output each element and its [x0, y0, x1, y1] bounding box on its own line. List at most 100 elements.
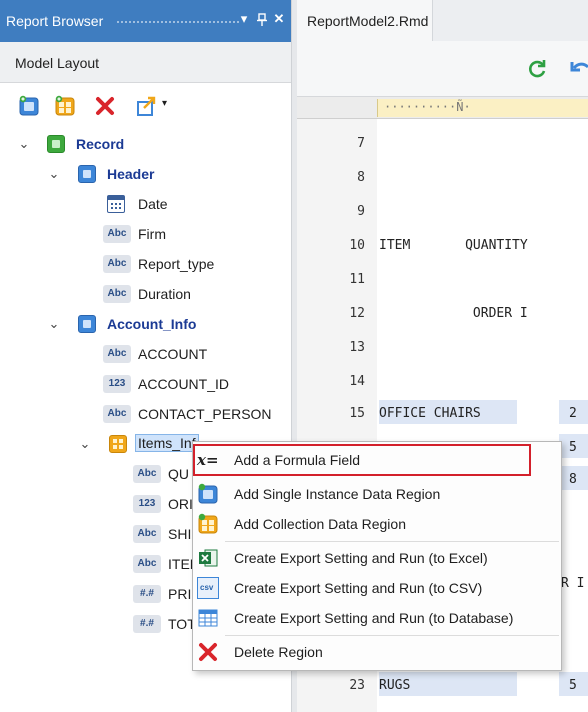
- tree-label-header: Header: [107, 166, 155, 182]
- tree-node-header[interactable]: ⌄ Header: [0, 160, 290, 188]
- field-label: Duration: [138, 286, 191, 302]
- text-field-icon: Abc: [103, 285, 131, 303]
- menu-item-export-database[interactable]: Create Export Setting and Run (to Databa…: [193, 603, 561, 633]
- tree-field-items-0[interactable]: Abc QU: [0, 460, 200, 488]
- titlebar-grip[interactable]: [116, 20, 241, 24]
- code-value[interactable]: 5: [569, 440, 577, 455]
- excel-icon: [199, 549, 218, 567]
- model-layout-header: Model Layout: [0, 42, 291, 83]
- record-icon: [47, 135, 65, 153]
- add-single-region-icon[interactable]: [18, 95, 40, 117]
- code-line-partial[interactable]: R I: [561, 576, 584, 591]
- menu-item-export-excel[interactable]: Create Export Setting and Run (to Excel): [193, 543, 561, 573]
- menu-separator: [225, 541, 559, 542]
- export-icon[interactable]: [136, 95, 158, 117]
- tree-field-items-5[interactable]: #.# TOT: [0, 610, 200, 638]
- tree-field-account-id[interactable]: 123 ACCOUNT_ID: [0, 370, 290, 398]
- context-menu: x= Add a Formula Field Add Single Instan…: [192, 441, 562, 671]
- line-number: 13: [349, 340, 365, 355]
- editor-toolbar: [297, 41, 588, 97]
- tree-field-account[interactable]: Abc ACCOUNT: [0, 340, 290, 368]
- report-browser-title: Report Browser: [6, 13, 104, 29]
- pin-icon[interactable]: [255, 13, 269, 27]
- menu-separator: [225, 635, 559, 636]
- code-value[interactable]: 8: [569, 472, 577, 487]
- menu-item-export-csv[interactable]: csv Create Export Setting and Run (to CS…: [193, 573, 561, 603]
- close-icon[interactable]: ✕: [272, 11, 286, 27]
- formula-icon: x=: [197, 451, 219, 469]
- text-field-icon: Abc: [103, 255, 131, 273]
- tree-field-items-2[interactable]: Abc SHI: [0, 520, 200, 548]
- document-tabstrip: ReportModel2.Rmd: [297, 0, 588, 41]
- tree-field-duration[interactable]: Abc Duration: [0, 280, 290, 308]
- tree-field-date[interactable]: Date: [0, 190, 290, 218]
- single-region-icon: [78, 315, 96, 333]
- menu-item-delete-region[interactable]: Delete Region: [193, 637, 561, 667]
- field-label: ORI: [168, 496, 193, 512]
- tree-label-items-info: Items_Inf: [135, 434, 199, 452]
- text-field-icon: Abc: [103, 225, 131, 243]
- menu-item-add-single-region[interactable]: Add Single Instance Data Region: [193, 479, 561, 509]
- code-value[interactable]: 2: [569, 406, 577, 421]
- menu-label: Delete Region: [234, 644, 323, 660]
- refresh-icon[interactable]: [526, 58, 548, 80]
- chevron-down-icon[interactable]: ⌄: [78, 436, 92, 452]
- tree-field-items-4[interactable]: #.# PRI: [0, 580, 200, 608]
- single-region-icon: [78, 165, 96, 183]
- tab-report-model[interactable]: ReportModel2.Rmd: [297, 0, 433, 41]
- csv-icon: csv: [197, 577, 219, 599]
- line-number: 15: [349, 406, 365, 421]
- date-field-icon: [107, 195, 125, 213]
- field-label: QU: [168, 466, 189, 482]
- text-field-icon: Abc: [133, 525, 161, 543]
- line-number: 11: [349, 272, 365, 287]
- tree-field-firm[interactable]: Abc Firm: [0, 220, 290, 248]
- field-label: SHI: [168, 526, 192, 542]
- tree-field-items-3[interactable]: Abc ITEN: [0, 550, 200, 578]
- number-field-icon: 123: [103, 375, 131, 393]
- tree-node-account-info[interactable]: ⌄ Account_Info: [0, 310, 290, 338]
- tree-field-report-type[interactable]: Abc Report_type: [0, 250, 290, 278]
- undo-icon[interactable]: [570, 58, 588, 80]
- field-label: Date: [138, 196, 168, 212]
- model-layout-title: Model Layout: [15, 55, 100, 71]
- database-icon: [198, 609, 218, 627]
- chevron-down-icon[interactable]: ⌄: [47, 316, 61, 332]
- line-number: 14: [349, 374, 365, 389]
- text-field-icon: Abc: [133, 555, 161, 573]
- export-dropdown-chevron-icon[interactable]: ▾: [162, 98, 167, 109]
- ruler: ··········Ñ·: [297, 97, 588, 119]
- field-label: Firm: [138, 226, 166, 242]
- tree-label-record: Record: [76, 136, 125, 152]
- menu-label: Add a Formula Field: [234, 452, 361, 468]
- menu-item-add-formula-field[interactable]: x= Add a Formula Field: [193, 445, 561, 475]
- collection-region-icon: [198, 513, 218, 534]
- text-field-icon: Abc: [103, 405, 131, 423]
- code-line[interactable]: ITEM QUANTITY: [379, 238, 528, 253]
- add-collection-region-icon[interactable]: [54, 95, 76, 117]
- text-field-icon: Abc: [133, 465, 161, 483]
- code-line[interactable]: ORDER I: [379, 306, 528, 321]
- code-line[interactable]: RUGS: [379, 678, 410, 693]
- tree-label-account-info: Account_Info: [107, 316, 197, 332]
- number-field-icon: 123: [133, 495, 161, 513]
- tree-field-contact-person[interactable]: Abc CONTACT_PERSON: [0, 400, 290, 428]
- decimal-field-icon: #.#: [133, 615, 161, 633]
- single-region-icon: [198, 483, 218, 504]
- line-number: 7: [357, 136, 365, 151]
- code-line[interactable]: OFFICE CHAIRS: [379, 406, 481, 421]
- field-label: ACCOUNT: [138, 346, 208, 362]
- chevron-down-icon[interactable]: ⌄: [47, 166, 61, 182]
- delete-icon[interactable]: [94, 95, 116, 117]
- menu-label: Add Single Instance Data Region: [234, 486, 441, 502]
- menu-item-add-collection-region[interactable]: Add Collection Data Region: [193, 509, 561, 539]
- field-label: Report_type: [138, 256, 215, 272]
- window-dropdown-icon[interactable]: ▾: [237, 11, 251, 27]
- line-number: 8: [357, 170, 365, 185]
- code-value[interactable]: 5: [569, 678, 577, 693]
- line-number: 12: [349, 306, 365, 321]
- tree-field-items-1[interactable]: 123 ORI: [0, 490, 200, 518]
- tree-node-record[interactable]: ⌄ Record: [0, 130, 290, 158]
- text-field-icon: Abc: [103, 345, 131, 363]
- chevron-down-icon[interactable]: ⌄: [17, 136, 31, 152]
